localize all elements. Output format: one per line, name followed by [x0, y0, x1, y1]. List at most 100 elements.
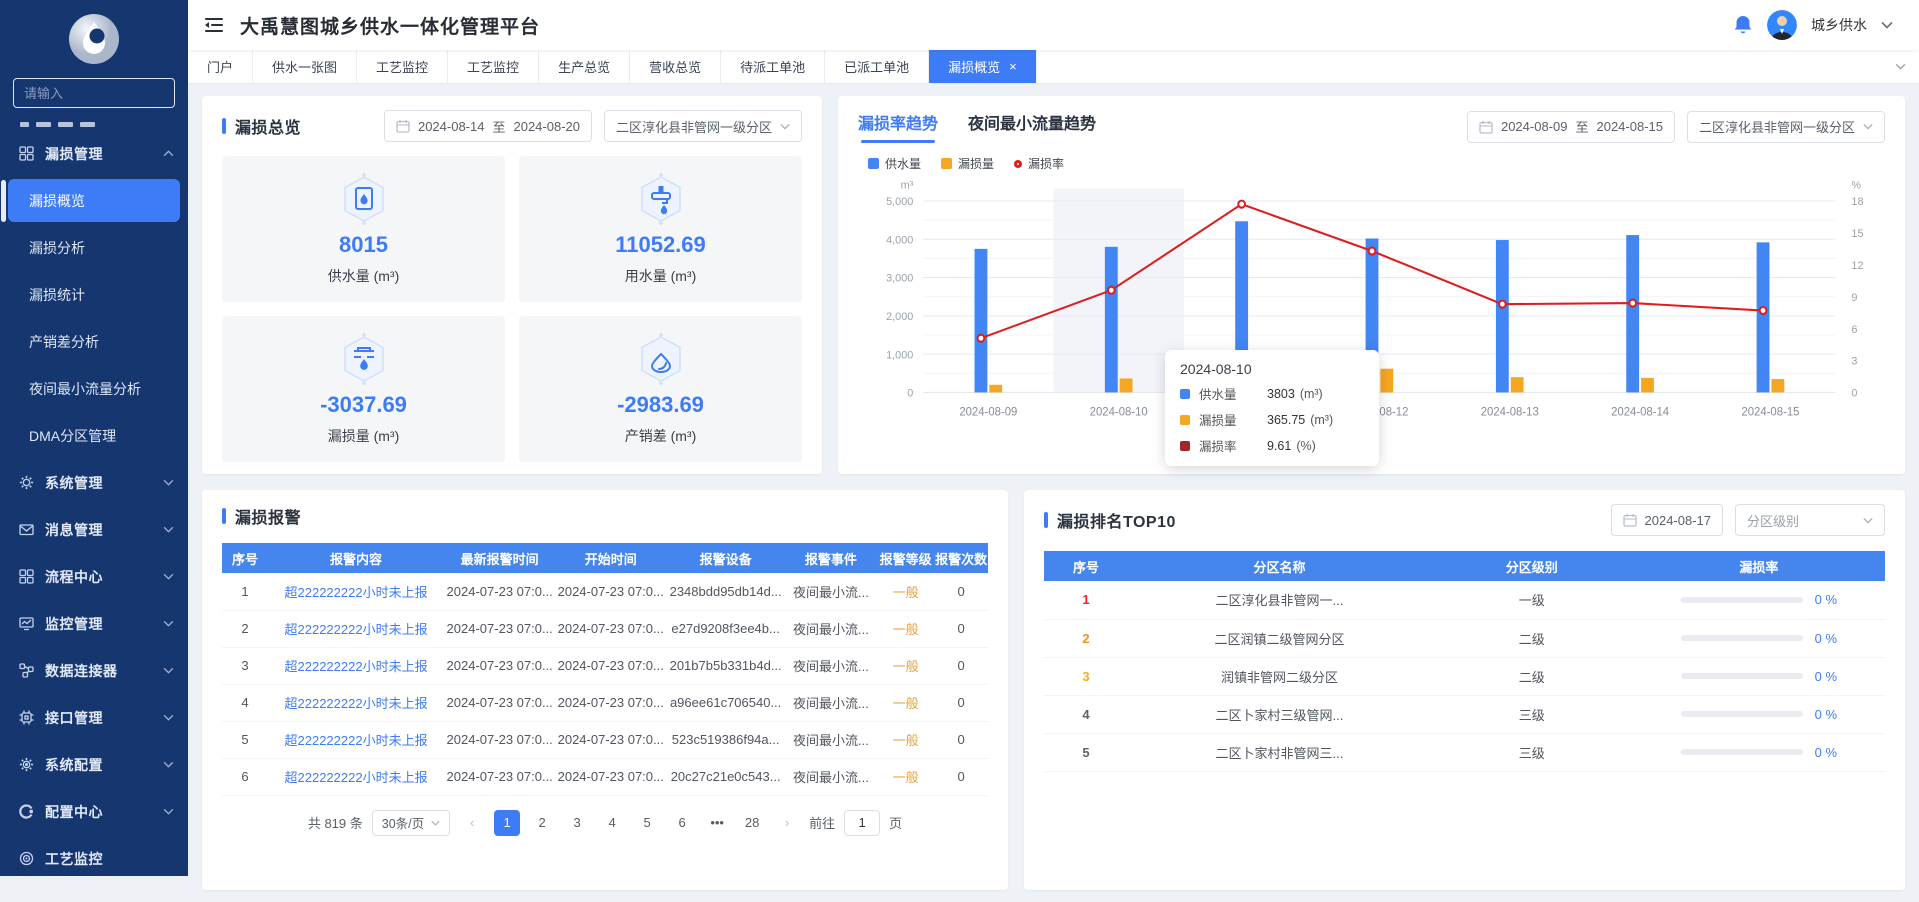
zone-level-select[interactable]: 分区级别 [1735, 504, 1885, 536]
sidebar-item-process-monitor[interactable]: 工艺监控 [0, 835, 188, 876]
legend-item-漏损率[interactable]: 漏损率 [1014, 155, 1064, 172]
cell-content[interactable]: 超222222222小时未上报 [268, 684, 444, 721]
cell-event: 夜间最小流... [785, 647, 877, 684]
sidebar-item-nrw-analysis[interactable]: 产销差分析 [0, 318, 188, 365]
bar-leak-2024-08-13[interactable] [1511, 377, 1524, 392]
overview-date-range-picker[interactable]: 2024-08-14 至 2024-08-20 [384, 110, 592, 142]
cell-content[interactable]: 超222222222小时未上报 [268, 610, 444, 647]
leak-rate-point-2024-08-13[interactable] [1499, 301, 1506, 308]
sidebar-item-leak-management[interactable]: 漏损管理 [0, 130, 188, 177]
sidebar-item-monitor-management[interactable]: 监控管理 [0, 600, 188, 647]
leak-rate-point-2024-08-10[interactable] [1108, 287, 1115, 294]
bar-supply-2024-08-13[interactable] [1496, 240, 1509, 392]
cell-content[interactable]: 超222222222小时未上报 [268, 758, 444, 795]
tab-close-icon[interactable]: × [1009, 59, 1017, 74]
leak-rate-point-2024-08-15[interactable] [1760, 307, 1767, 314]
user-chevron-down-icon[interactable] [1881, 21, 1893, 29]
bar-supply-2024-08-09[interactable] [975, 249, 988, 393]
tab-label: 已派工单池 [844, 57, 909, 76]
cell-zone-name[interactable]: 二区淳化县非管网一... [1128, 581, 1431, 619]
page-button-1[interactable]: 1 [494, 810, 520, 836]
trend-zone-select[interactable]: 二区淳化县非管网一级分区 [1687, 111, 1885, 143]
page-button-4[interactable]: 4 [599, 810, 625, 836]
prev-page-button[interactable]: ‹ [459, 810, 485, 836]
page-button-2[interactable]: 2 [529, 810, 555, 836]
cell-content[interactable]: 超222222222小时未上报 [268, 573, 444, 610]
leak-rate-point-2024-08-09[interactable] [978, 335, 985, 342]
bar-supply-2024-08-10[interactable] [1105, 247, 1118, 393]
page-button-6[interactable]: 6 [669, 810, 695, 836]
sidebar-item-label: 漏损概览 [29, 191, 85, 211]
date-end[interactable]: 2024-08-20 [513, 119, 580, 134]
page-button-3[interactable]: 3 [564, 810, 590, 836]
tab-water-map[interactable]: 供水一张图 [253, 50, 357, 83]
date-end[interactable]: 2024-08-15 [1596, 119, 1663, 134]
title-marker [222, 118, 226, 134]
tab-leak-overview[interactable]: 漏损概览× [929, 50, 1037, 83]
leak-rate-point-2024-08-14[interactable] [1629, 300, 1636, 307]
date-start[interactable]: 2024-08-09 [1501, 119, 1568, 134]
tab-process-monitor-1[interactable]: 工艺监控 [357, 50, 448, 83]
sidebar-item-message-management[interactable]: 消息管理 [0, 506, 188, 553]
trend-tab-leak-rate-trend[interactable]: 漏损率趋势 [858, 110, 938, 143]
svg-text:2024-08-15: 2024-08-15 [1741, 405, 1799, 418]
tabs-chevron-down-icon[interactable] [1881, 50, 1919, 83]
tooltip-value: 365.75 [1267, 413, 1305, 427]
sidebar-item-system-management[interactable]: 系统管理 [0, 459, 188, 506]
tab-revenue-overview[interactable]: 营收总览 [630, 50, 721, 83]
trend-tab-night-min-flow-trend[interactable]: 夜间最小流量趋势 [968, 110, 1096, 143]
bar-supply-2024-08-15[interactable] [1757, 242, 1770, 392]
sidebar-item-night-min-flow-analysis[interactable]: 夜间最小流量分析 [0, 365, 188, 412]
last-page-button[interactable]: 28 [739, 810, 765, 836]
sidebar-scrollbar-thumb[interactable] [1, 180, 6, 222]
bar-leak-2024-08-09[interactable] [989, 385, 1002, 393]
cell-event: 夜间最小流... [785, 610, 877, 647]
notification-bell-icon[interactable] [1733, 14, 1753, 36]
bar-leak-2024-08-12[interactable] [1380, 369, 1393, 393]
overview-zone-select[interactable]: 二区淳化县非管网一级分区 [604, 110, 802, 142]
cell-content[interactable]: 超222222222小时未上报 [268, 647, 444, 684]
tab-dispatched-order-pool[interactable]: 已派工单池 [825, 50, 929, 83]
rank-date-picker[interactable]: 2024-08-17 [1611, 504, 1724, 536]
sidebar-item-leak-overview[interactable]: 漏损概览 [8, 179, 180, 222]
sidebar-item-leak-stats[interactable]: 漏损统计 [0, 271, 188, 318]
bar-supply-2024-08-14[interactable] [1626, 235, 1639, 392]
tab-production-overview[interactable]: 生产总览 [539, 50, 630, 83]
bar-leak-2024-08-14[interactable] [1641, 378, 1654, 393]
legend-item-漏损量[interactable]: 漏损量 [941, 155, 994, 172]
sidebar-item-system-config[interactable]: 系统配置 [0, 741, 188, 788]
ellipsis-pages[interactable]: ••• [704, 810, 730, 836]
cell-zone-name[interactable]: 二区卜家村非管网三... [1128, 733, 1431, 771]
cell-zone-name[interactable]: 润镇非管网二级分区 [1128, 657, 1431, 695]
trend-date-range-picker[interactable]: 2024-08-09 至 2024-08-15 [1467, 111, 1675, 143]
cell-device: 523c519386f94a... [666, 721, 785, 758]
page-size-select[interactable]: 30条/页 [372, 810, 450, 836]
tab-process-monitor-2[interactable]: 工艺监控 [448, 50, 539, 83]
page-button-5[interactable]: 5 [634, 810, 660, 836]
avatar[interactable] [1767, 10, 1797, 40]
username[interactable]: 城乡供水 [1811, 15, 1867, 35]
date-start[interactable]: 2024-08-14 [418, 119, 485, 134]
sidebar-search-input[interactable] [13, 78, 175, 108]
sidebar-item-interface-management[interactable]: 接口管理 [0, 694, 188, 741]
leak-rate-point-2024-08-11[interactable] [1238, 201, 1245, 208]
tab-pending-order-pool[interactable]: 待派工单池 [721, 50, 825, 83]
tab-portal[interactable]: 门户 [188, 50, 253, 83]
bar-leak-2024-08-15[interactable] [1771, 379, 1784, 392]
legend-item-供水量[interactable]: 供水量 [868, 155, 921, 172]
sidebar-item-process-center[interactable]: 流程中心 [0, 553, 188, 600]
bar-leak-2024-08-10[interactable] [1120, 378, 1133, 392]
rank-date-value[interactable]: 2024-08-17 [1645, 513, 1712, 528]
cell-zone-name[interactable]: 二区卜家村三级管网... [1128, 695, 1431, 733]
sidebar-item-data-connector[interactable]: 数据连接器 [0, 647, 188, 694]
leak-rate-point-2024-08-12[interactable] [1369, 247, 1376, 254]
sidebar-item-leak-analysis[interactable]: 漏损分析 [0, 224, 188, 271]
next-page-button[interactable]: › [774, 810, 800, 836]
sidebar-item-dma-zone-management[interactable]: DMA分区管理 [0, 412, 188, 459]
sidebar-item-config-center[interactable]: 配置中心 [0, 788, 188, 835]
collapse-menu-icon[interactable] [204, 16, 224, 34]
chevron-down-icon [780, 123, 790, 130]
cell-zone-name[interactable]: 二区润镇二级管网分区 [1128, 619, 1431, 657]
cell-content[interactable]: 超222222222小时未上报 [268, 721, 444, 758]
goto-page-input[interactable] [844, 810, 880, 836]
